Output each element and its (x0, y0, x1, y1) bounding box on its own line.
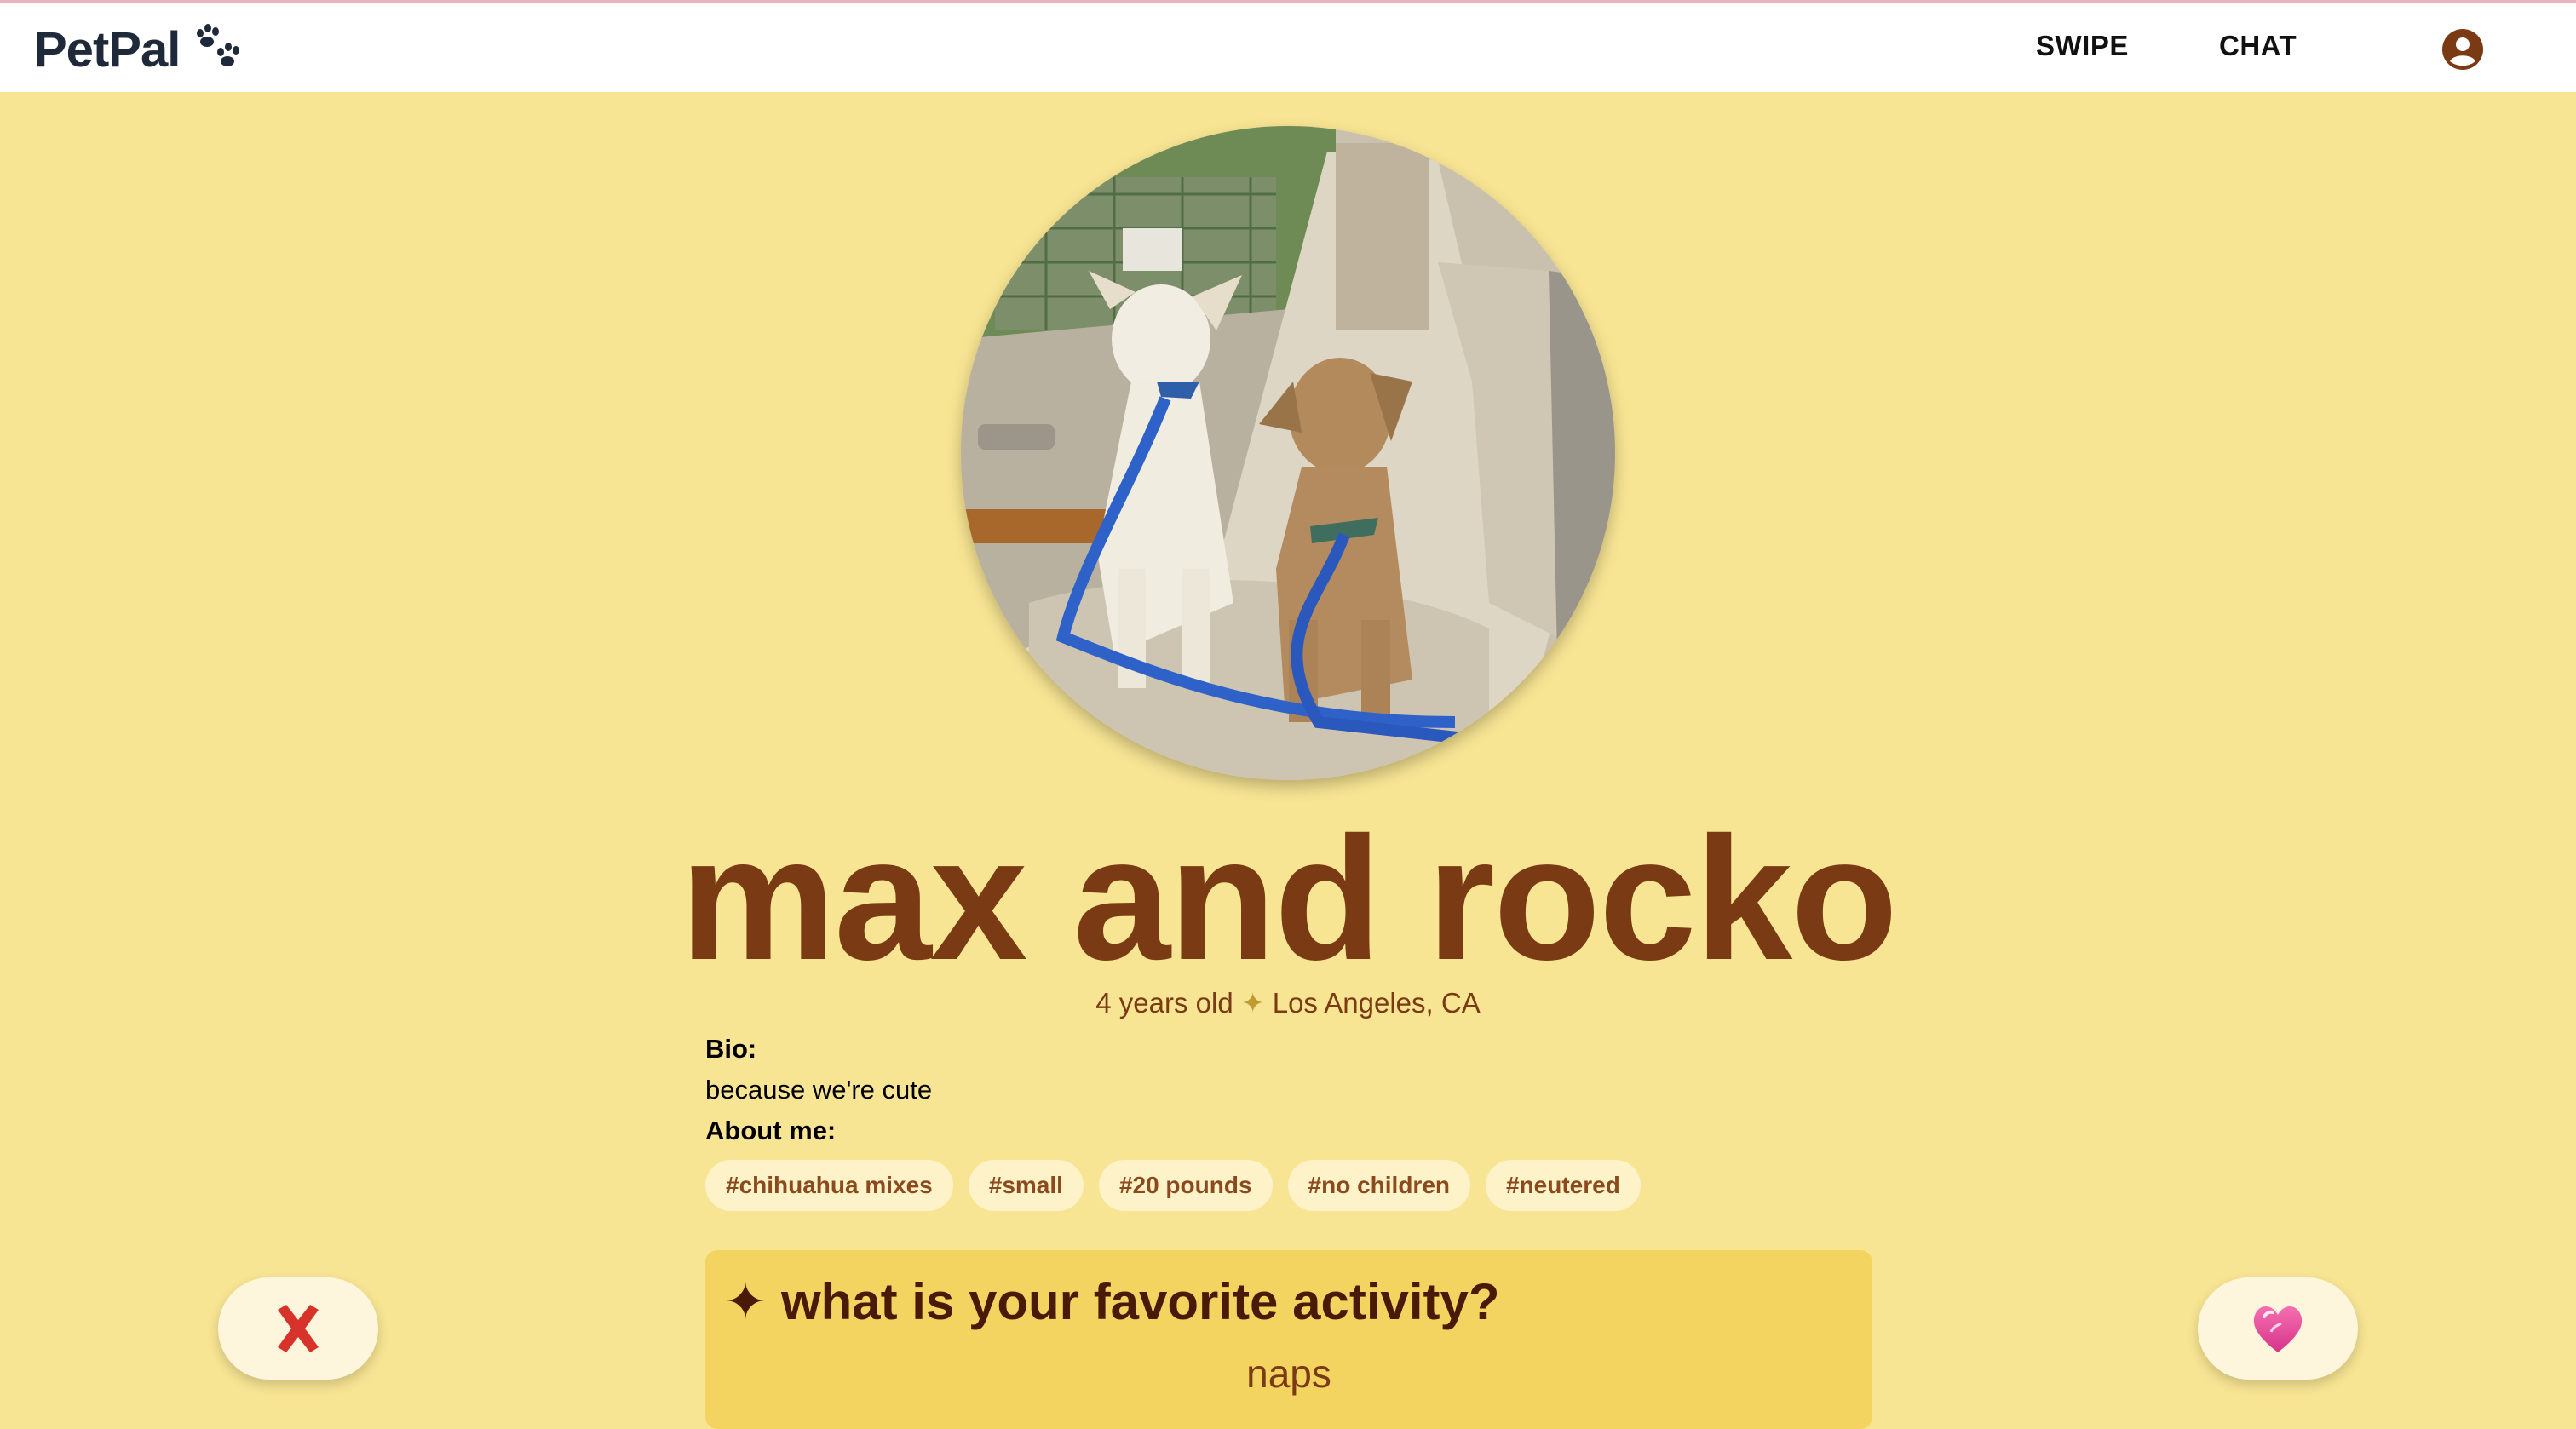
tag-weight: #20 pounds (1098, 1160, 1273, 1211)
about-me-label: About me: (705, 1116, 837, 1145)
like-button[interactable] (2198, 1277, 2358, 1380)
pink-heart-icon (2253, 1306, 2303, 1352)
tag-children: #no children (1287, 1160, 1470, 1211)
tag-size: #small (968, 1160, 1084, 1211)
pet-age: 4 years old (1095, 987, 1233, 1019)
bio-text: because we're cute (705, 1075, 933, 1105)
tag-breed: #chihuahua mixes (705, 1160, 953, 1211)
reject-button[interactable] (218, 1277, 378, 1380)
prompt-question-text: what is your favorite activity? (780, 1273, 1500, 1330)
petpal-logo[interactable]: PetPal (34, 21, 246, 78)
sparkle-separator-icon: ✦ (1240, 987, 1265, 1019)
nav-chat-link[interactable]: CHAT (2219, 30, 2297, 62)
paw-prints-icon (197, 23, 240, 66)
account-circle-icon[interactable] (2441, 28, 2484, 71)
profile-details: Bio: because we're cute About me: #chihu… (705, 1029, 1872, 1211)
prompt-question: ✦ what is your favorite activity? (724, 1272, 1500, 1332)
logo-text: PetPal (34, 22, 181, 77)
pet-meta-line: 4 years old ✦ Los Angeles, CA (0, 986, 2576, 1019)
sparkle-icon: ✦ (724, 1273, 768, 1330)
red-x-icon (278, 1305, 319, 1352)
tag-neutered: #neutered (1486, 1160, 1641, 1211)
pet-profile-photo (961, 126, 1615, 780)
prompt-answer: naps (1246, 1352, 1331, 1396)
pet-location: Los Angeles, CA (1272, 987, 1481, 1019)
nav-swipe-link[interactable]: SWIPE (2036, 30, 2129, 62)
tag-list: #chihuahua mixes #small #20 pounds #no c… (705, 1160, 1872, 1211)
top-navigation-bar: PetPal SWIPE CHAT (0, 0, 2576, 92)
pet-name-heading: max and rocko (680, 801, 1898, 996)
bio-label: Bio: (705, 1034, 757, 1064)
prompt-card: ✦ what is your favorite activity? naps (705, 1250, 1872, 1429)
